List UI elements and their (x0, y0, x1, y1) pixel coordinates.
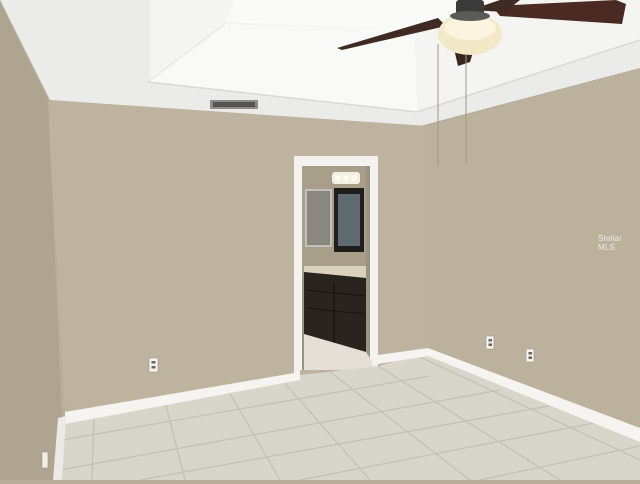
air-vent-icon (210, 100, 258, 109)
vanity-light-icon (332, 172, 360, 184)
electrical-outlet-icon (525, 348, 535, 363)
electrical-outlet-icon (485, 335, 495, 350)
room-scene (0, 0, 640, 481)
bathroom-doorway (294, 156, 378, 378)
electrical-outlet-icon (41, 451, 49, 469)
room-photo: Stellar MLS (0, 0, 640, 481)
watermark-text: Stellar MLS (598, 234, 623, 252)
electrical-outlet-icon (148, 357, 159, 373)
